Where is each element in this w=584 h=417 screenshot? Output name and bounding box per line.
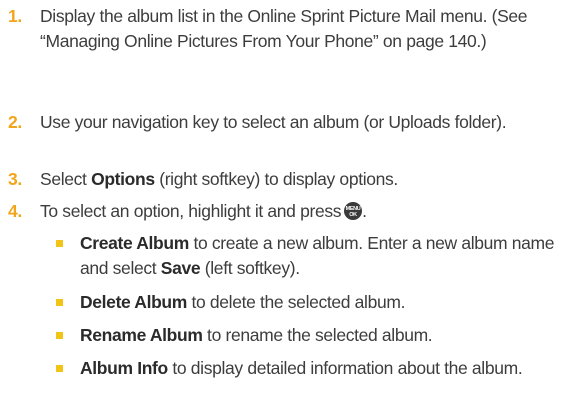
step-3: 3. Select Options (right softkey) to dis… (8, 167, 568, 192)
option-title: Delete Album (80, 292, 187, 312)
svg-text:OK: OK (349, 212, 357, 218)
save-label: Save (160, 258, 201, 278)
instruction-page: 1. Display the album list in the Online … (0, 0, 584, 417)
option-create-album: Create Album to create a new album. Ente… (56, 231, 566, 281)
step-number: 1. (8, 6, 22, 26)
step-number: 2. (8, 112, 22, 132)
step-text: To select an option, highlight it and pr… (40, 199, 568, 224)
option-desc: to display detailed information about th… (167, 358, 523, 378)
option-delete-album: Delete Album to delete the selected albu… (56, 290, 566, 315)
option-title: Album Info (80, 358, 168, 378)
step-2: 2. Use your navigation key to select an … (8, 110, 568, 135)
option-desc: to rename the selected album. (202, 325, 433, 345)
step-4: 4. To select an option, highlight it and… (8, 199, 568, 224)
bullet-square-icon (56, 240, 63, 247)
menu-ok-key-icon: MENU OK (344, 202, 363, 220)
bullet-square-icon (56, 332, 63, 339)
option-text: Album Info to display detailed informati… (80, 356, 566, 381)
option-desc: to delete the selected album. (186, 292, 406, 312)
step-text: Select Options (right softkey) to displa… (40, 167, 568, 192)
option-title: Create Album (80, 233, 189, 253)
option-text: Create Album to create a new album. Ente… (80, 231, 566, 281)
step-text-after: . (362, 201, 367, 221)
step-text: Use your navigation key to select an alb… (40, 112, 507, 132)
step-number: 3. (8, 169, 22, 189)
option-desc-after: (left softkey). (200, 258, 300, 278)
step-text-before: Select (40, 169, 92, 189)
option-text: Rename Album to rename the selected albu… (80, 323, 566, 348)
step-number: 4. (8, 201, 22, 221)
step-text-after: (right softkey) to display options. (154, 169, 398, 189)
step-text-main: To select an option, highlight it and pr… (40, 201, 342, 221)
bullet-square-icon (56, 299, 63, 306)
bullet-square-icon (56, 365, 63, 372)
option-text: Delete Album to delete the selected albu… (80, 290, 566, 315)
options-label: Options (91, 169, 155, 189)
option-title: Rename Album (80, 325, 203, 345)
option-album-info: Album Info to display detailed informati… (56, 356, 566, 381)
option-rename-album: Rename Album to rename the selected albu… (56, 323, 566, 348)
step-1: 1. Display the album list in the Online … (8, 4, 568, 54)
step-text: Display the album list in the Online Spr… (40, 6, 528, 51)
